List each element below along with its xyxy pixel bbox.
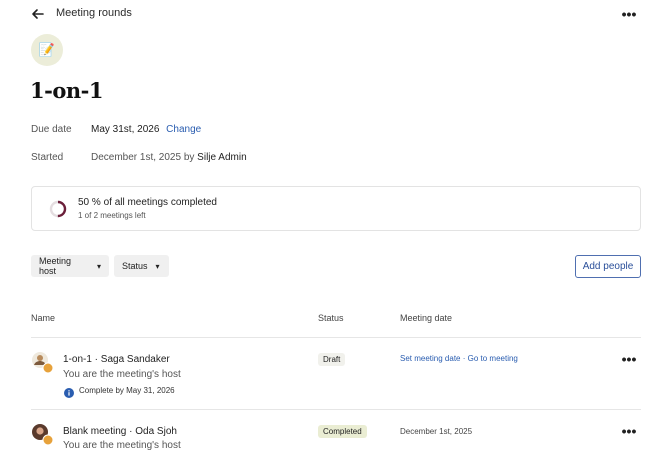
add-people-button[interactable]: Add people <box>575 255 641 278</box>
started-date-text: December 1st, 2025 by <box>91 152 195 163</box>
more-icon: ••• <box>621 423 637 439</box>
progress-title: 50 % of all meetings completed <box>78 197 217 208</box>
meeting-date-actions: Set meeting date · Go to meeting <box>400 354 518 363</box>
due-date-text: May 31st, 2026 <box>91 124 160 135</box>
started-label: Started <box>31 152 64 163</box>
change-due-date-link[interactable]: Change <box>166 124 201 135</box>
more-icon: ••• <box>621 6 637 22</box>
started-value: December 1st, 2025 by Silje Admin <box>91 152 247 163</box>
row-subtitle: You are the meeting's host <box>63 369 181 380</box>
due-date-value: May 31st, 2026 Change <box>91 124 201 135</box>
go-to-meeting-link[interactable]: Go to meeting <box>468 354 518 363</box>
participant-avatar <box>31 351 55 380</box>
row-due-note: Complete by May 31, 2026 <box>79 386 175 395</box>
avatar-icon <box>32 352 54 374</box>
row-title[interactable]: 1-on-1 · Saga Sandaker <box>63 354 170 365</box>
status-filter-label: Status <box>122 261 148 271</box>
page-title: 1-on-1 <box>30 78 103 103</box>
memo-icon: 📝 <box>38 42 56 57</box>
back-button[interactable] <box>30 6 46 22</box>
set-meeting-date-link[interactable]: Set meeting date <box>400 354 460 363</box>
chevron-down-icon: ▾ <box>96 261 101 271</box>
link-separator: · <box>462 354 466 363</box>
progress-subtitle: 1 of 2 meetings left <box>78 211 146 220</box>
avatar-icon <box>32 424 54 446</box>
meeting-host-filter-label: Meeting host <box>39 256 72 276</box>
status-badge: Completed <box>318 425 367 438</box>
status-badge: Draft <box>318 353 346 366</box>
column-header-status: Status <box>318 313 344 323</box>
row-title[interactable]: Blank meeting · Oda Sjoh <box>63 426 177 437</box>
status-filter[interactable]: Status ▾ <box>114 255 169 277</box>
participant-avatar <box>31 423 55 452</box>
progress-ring-icon <box>49 200 67 218</box>
header-divider <box>31 337 641 338</box>
meeting-host-filter[interactable]: Meeting host ▾ <box>31 255 109 277</box>
row-more-button[interactable]: ••• <box>619 352 639 366</box>
arrow-left-icon <box>32 9 44 19</box>
column-header-meeting-date: Meeting date <box>400 313 453 323</box>
more-options-button[interactable]: ••• <box>619 7 639 21</box>
row-subtitle: You are the meeting's host <box>63 440 181 451</box>
more-icon: ••• <box>621 351 637 367</box>
info-icon <box>64 385 74 403</box>
column-header-name: Name <box>31 313 56 323</box>
meeting-round-avatar: 📝 <box>31 34 63 66</box>
due-date-label: Due date <box>31 124 72 135</box>
meeting-date-value: December 1st, 2025 <box>400 427 473 436</box>
progress-card: 50 % of all meetings completed 1 of 2 me… <box>31 186 641 231</box>
row-more-button[interactable]: ••• <box>619 424 639 438</box>
breadcrumb-title: Meeting rounds <box>56 7 132 19</box>
started-by-user: Silje Admin <box>197 152 247 163</box>
chevron-down-icon: ▾ <box>155 261 160 271</box>
row-divider <box>31 409 641 410</box>
